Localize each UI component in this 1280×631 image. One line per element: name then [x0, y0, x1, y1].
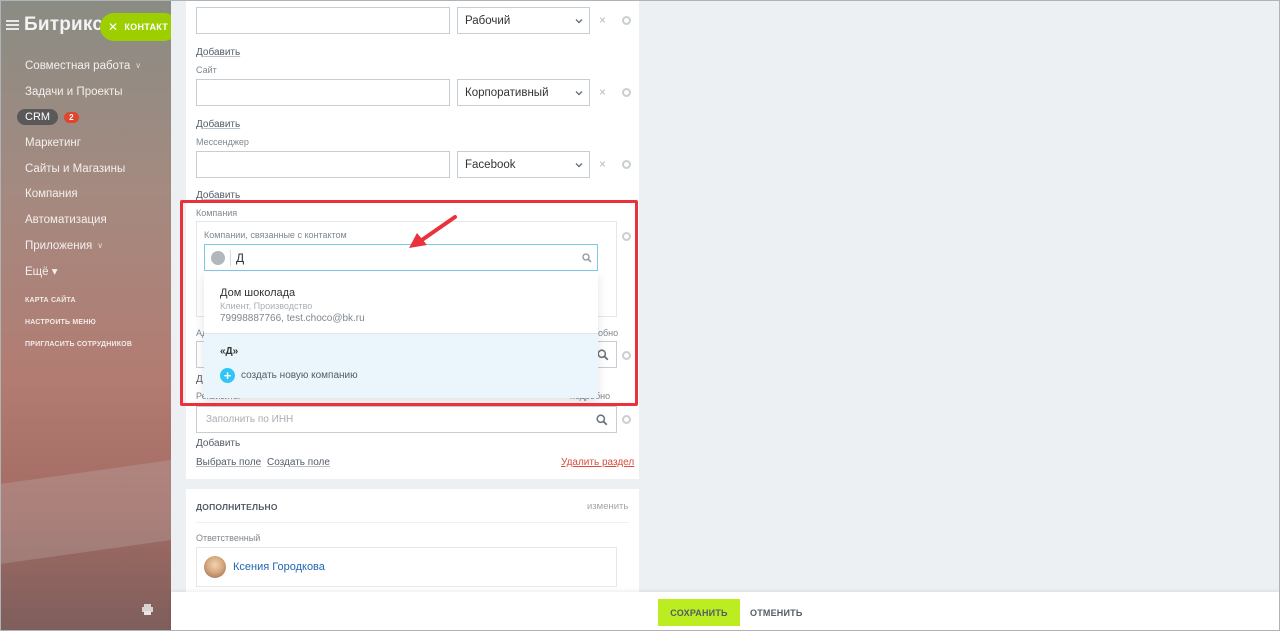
invite-users-link[interactable]: ПРИГЛАСИТЬ СОТРУДНИКОВ: [25, 340, 132, 362]
sidebar-item-marketing[interactable]: Маркетинг: [25, 130, 141, 156]
chevron-down-icon: [575, 19, 583, 24]
chevron-down-icon: ∨: [97, 241, 104, 251]
chevron-down-icon: [575, 163, 583, 168]
site-add-link[interactable]: Добавить: [196, 119, 240, 130]
sidebar-item-label: Автоматизация: [25, 213, 107, 226]
configure-menu-link[interactable]: НАСТРОИТЬ МЕНЮ: [25, 318, 132, 340]
select-value: Рабочий: [465, 14, 511, 27]
gear-icon[interactable]: [622, 160, 631, 169]
notification-badge: 2: [64, 111, 79, 123]
logo-row: Битрикс: [6, 14, 103, 36]
gear-icon[interactable]: [622, 16, 631, 25]
sidebar-small-links: КАРТА САЙТА НАСТРОИТЬ МЕНЮ ПРИГЛАСИТЬ СО…: [25, 296, 132, 362]
select-value: Корпоративный: [465, 86, 549, 99]
search-icon[interactable]: [596, 414, 608, 426]
responsible-label: Ответственный: [196, 533, 261, 543]
delete-section-link[interactable]: Удалить раздел: [561, 457, 634, 468]
remove-icon[interactable]: ×: [599, 157, 606, 171]
inn-placeholder: Заполнить по ИНН: [206, 414, 294, 425]
sidebar-item-collaboration[interactable]: Совместная работа ∨: [25, 53, 141, 79]
email-value-input[interactable]: [196, 7, 450, 34]
remove-icon[interactable]: ×: [599, 85, 606, 99]
annotation-arrow-icon: [409, 215, 457, 248]
background-haze: [0, 453, 171, 567]
left-sidebar: Битрикс ✕ КОНТАКТ Совместная работа ∨ За…: [0, 0, 171, 631]
sidebar-item-label: Совместная работа: [25, 59, 131, 72]
divider: [196, 522, 629, 523]
chevron-down-icon: [575, 91, 583, 96]
printer-icon[interactable]: [142, 604, 153, 615]
logo[interactable]: Битрикс: [24, 14, 103, 36]
gear-icon[interactable]: [622, 415, 631, 424]
sidebar-item-automation[interactable]: Автоматизация: [25, 207, 141, 233]
messenger-value-input[interactable]: [196, 151, 450, 178]
sidebar-item-label: Задачи и Проекты: [25, 85, 123, 98]
cancel-button[interactable]: ОТМЕНИТЬ: [750, 599, 803, 626]
additional-title: ДОПОЛНИТЕЛЬНО: [196, 502, 278, 512]
responsible-user-link[interactable]: Ксения Городкова: [233, 561, 325, 573]
sidebar-item-tasks[interactable]: Задачи и Проекты: [25, 79, 141, 105]
sitemap-link[interactable]: КАРТА САЙТА: [25, 296, 132, 318]
choose-field-link[interactable]: Выбрать поле: [196, 457, 261, 468]
sidebar-menu: Совместная работа ∨ Задачи и Проекты CRM…: [17, 53, 141, 285]
email-add-link[interactable]: Добавить: [196, 47, 240, 58]
contact-slider-tab[interactable]: ✕ КОНТАКТ: [100, 13, 171, 41]
site-value-input[interactable]: [196, 79, 450, 106]
create-field-link[interactable]: Создать поле: [267, 457, 330, 468]
contact-pill-label: КОНТАКТ: [124, 22, 169, 32]
sidebar-item-label: Компания: [25, 188, 78, 201]
remove-icon[interactable]: ×: [599, 13, 606, 27]
select-value: Facebook: [465, 158, 516, 171]
site-type-select[interactable]: Корпоративный: [457, 79, 590, 106]
site-label: Сайт: [196, 65, 217, 75]
sidebar-item-more[interactable]: Ещё ▾: [25, 259, 141, 285]
requisites-add-link[interactable]: Добавить: [196, 438, 240, 449]
sidebar-item-label: Маркетинг: [25, 136, 81, 149]
sidebar-item-label: Приложения: [25, 239, 93, 252]
sidebar-item-crm[interactable]: CRM 2: [17, 104, 141, 130]
close-icon[interactable]: ✕: [108, 20, 118, 34]
sidebar-item-label: Сайты и Магазины: [25, 162, 126, 175]
save-button[interactable]: СОХРАНИТЬ: [658, 599, 740, 626]
avatar: [204, 556, 226, 578]
sidebar-item-apps[interactable]: Приложения ∨: [25, 233, 141, 259]
email-type-select[interactable]: Рабочий: [457, 7, 590, 34]
messenger-type-select[interactable]: Facebook: [457, 151, 590, 178]
additional-edit-link[interactable]: изменить: [587, 501, 628, 512]
gear-icon[interactable]: [622, 88, 631, 97]
sidebar-item-label: Ещё ▾: [25, 266, 58, 279]
chevron-down-icon: ∨: [135, 61, 142, 71]
inn-input[interactable]: Заполнить по ИНН: [196, 406, 617, 433]
sidebar-item-company[interactable]: Компания: [25, 181, 141, 207]
sidebar-item-sites[interactable]: Сайты и Магазины: [25, 156, 141, 182]
sidebar-item-label: CRM: [17, 109, 59, 126]
hamburger-icon[interactable]: [6, 20, 19, 30]
messenger-label: Мессенджер: [196, 137, 249, 147]
